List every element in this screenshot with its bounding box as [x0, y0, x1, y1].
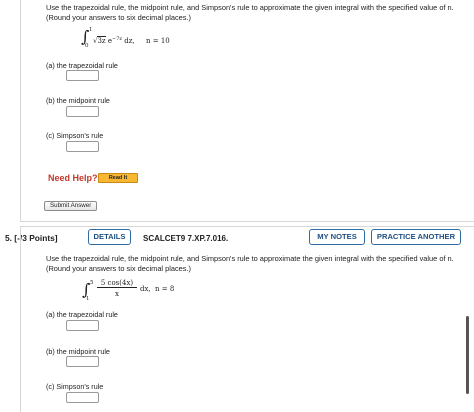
part-b-label: (b) the midpoint rule	[46, 96, 110, 105]
part-c-answer-input[interactable]	[66, 141, 99, 152]
part-c-answer-input[interactable]	[66, 392, 99, 403]
submit-answer-button[interactable]: Submit Answer	[44, 201, 98, 211]
part-a-answer-input[interactable]	[66, 320, 99, 331]
differential: dx,	[140, 285, 151, 293]
integral-lower-limit: 0	[85, 43, 89, 49]
integral-upper-limit: 1	[89, 27, 93, 33]
integral-upper-limit: 5	[90, 280, 94, 286]
part-b-label: (b) the midpoint rule	[46, 347, 110, 356]
part-b-answer-input[interactable]	[66, 356, 99, 367]
part-b-answer-input[interactable]	[66, 106, 99, 117]
integral-lower-limit: 1	[86, 296, 90, 302]
integrand-numerator: 5 cos(4x)	[97, 279, 137, 288]
n-value: n = 10	[146, 37, 170, 45]
scrollbar-thumb[interactable]	[466, 316, 469, 394]
integrand-denominator: x	[115, 290, 119, 298]
read-it-button[interactable]: Read It	[98, 173, 138, 183]
question-4-card: Use the trapezoidal rule, the midpoint r…	[20, 0, 474, 222]
part-a-label: (a) the trapezoidal rule	[46, 310, 118, 319]
integrand: √3z e−7z dz,	[93, 36, 135, 45]
part-c-label: (c) Simpson's rule	[46, 382, 104, 391]
part-a-answer-input[interactable]	[66, 70, 99, 81]
question-5-prompt: Use the trapezoidal rule, the midpoint r…	[46, 254, 454, 273]
part-a-label: (a) the trapezoidal rule	[46, 61, 118, 70]
part-c-label: (c) Simpson's rule	[46, 131, 104, 140]
n-value: n = 8	[155, 285, 175, 293]
question-5-card: Use the trapezoidal rule, the midpoint r…	[20, 226, 474, 412]
need-help-label: Need Help?	[48, 173, 98, 183]
question-4-prompt: Use the trapezoidal rule, the midpoint r…	[46, 3, 454, 22]
